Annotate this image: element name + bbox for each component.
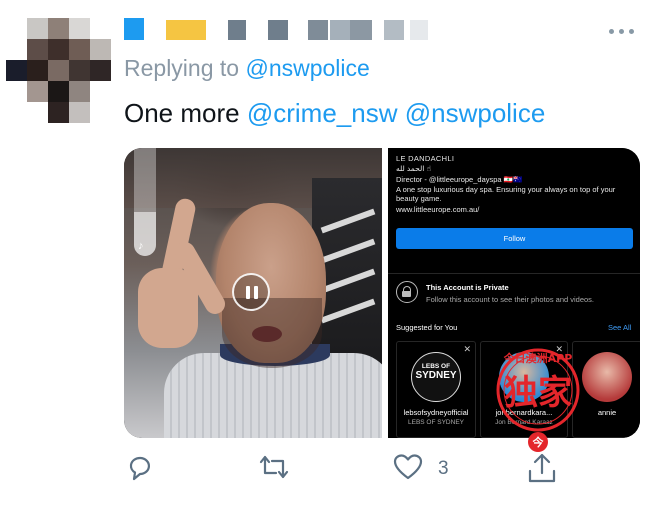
finger (138, 268, 198, 348)
reply-prefix: Replying to (124, 55, 240, 81)
ig-private-subtitle: Follow this account to see their photos … (426, 295, 595, 304)
retweet-icon (259, 455, 289, 479)
ig-suggested-label: Suggested for You (396, 323, 458, 332)
close-icon: ✕ (555, 344, 563, 354)
more-dot (629, 29, 634, 34)
avatar-pixel (69, 18, 90, 39)
tweet-author-header[interactable] (124, 18, 564, 42)
card-subname: LEBS OF SYDNEY (408, 419, 464, 426)
like-icon (393, 454, 423, 480)
like-button[interactable] (392, 452, 424, 486)
mention-link-nswpolice[interactable]: @nswpolice (405, 98, 546, 128)
ig-suggested-card: ✕ LEBS OF SYDNEY lebsofsydneyofficial LE… (396, 341, 476, 438)
avatar-pixel (69, 60, 90, 81)
logo-top-text: LEBS OF (421, 363, 451, 370)
pause-icon (246, 286, 250, 299)
avatar-pixel (27, 18, 48, 39)
ig-private-title: This Account is Private (426, 283, 509, 292)
avatar[interactable] (6, 18, 111, 123)
tweet-text: One more @crime_nsw @nswpolice (124, 98, 545, 129)
instagram-screenshot[interactable]: LE DANDACHLI الحمد لله ☝ Director - @lit… (388, 148, 640, 438)
pause-button[interactable] (232, 273, 270, 311)
share-icon (528, 453, 556, 483)
video-player[interactable]: ♪ (124, 148, 382, 438)
tweet-media[interactable]: ♪ LE DANDACHLI الحمد لله ☝ Director - @l… (124, 148, 640, 438)
name-block (350, 20, 372, 40)
name-block (166, 20, 206, 40)
name-block (410, 20, 428, 40)
reply-button[interactable] (125, 452, 155, 486)
jersey-stripe (320, 268, 376, 294)
avatar-pixel (27, 81, 48, 102)
pause-icon (254, 286, 258, 299)
ig-arabic-line: الحمد لله ☝ (396, 164, 432, 173)
like-count: 3 (438, 458, 449, 479)
reply-mention-link[interactable]: @nswpolice (245, 55, 369, 81)
card-username: annie (597, 408, 617, 417)
ig-see-all: See All (608, 323, 632, 332)
avatar-pixel (48, 60, 69, 81)
card-avatar (582, 352, 632, 402)
share-button[interactable] (526, 452, 558, 486)
tweet-text-main: One more (124, 98, 240, 128)
avatar-pixel (48, 18, 69, 39)
avatar-pixel (90, 39, 111, 60)
ig-suggested-card: ✕ jonbernardkara... Jon Bernard Karaaz (480, 341, 568, 438)
avatar-pixel (69, 39, 90, 60)
ig-suggested-card: annie (572, 341, 640, 438)
jersey-stripe (320, 238, 376, 264)
card-username: jonbernardkara... (495, 408, 553, 417)
name-block (384, 20, 404, 40)
lebs-of-sydney-logo: LEBS OF SYDNEY (411, 352, 461, 402)
card-avatar (499, 352, 549, 402)
card-username: lebsofsydneyofficial (403, 408, 469, 417)
avatar-pixel (27, 39, 48, 60)
ig-bio-line-1: Director - @littleeurope_dayspa 🇱🇧🇦🇺 (396, 175, 523, 184)
name-block (124, 18, 144, 40)
name-block (228, 20, 246, 40)
retweet-button[interactable] (256, 452, 292, 486)
avatar-pixel (48, 39, 69, 60)
jersey-stripe (320, 208, 376, 234)
ig-divider (388, 273, 640, 274)
more-icon[interactable] (607, 24, 641, 38)
ig-profile-name: LE DANDACHLI (396, 154, 455, 163)
card-subname: Jon Bernard Karaaz (495, 419, 553, 426)
avatar-pixel (6, 60, 27, 81)
ig-bio-line-3: beauty game. (396, 194, 442, 203)
video-mouth (252, 326, 282, 342)
replying-to-line: Replying to @nswpolice (124, 55, 370, 82)
avatar-pixel (48, 81, 69, 102)
mention-link-crime-nsw[interactable]: @crime_nsw (247, 98, 398, 128)
name-block (268, 20, 288, 40)
avatar-pixel (90, 60, 111, 81)
more-dot (609, 29, 614, 34)
ig-bio-line-2: A one stop luxurious day spa. Ensuring y… (396, 185, 616, 194)
reply-icon (129, 456, 151, 481)
avatar-pixel (69, 102, 90, 123)
more-dot (619, 29, 624, 34)
ig-follow-button: Follow (396, 228, 633, 249)
avatar-pixel (48, 102, 69, 123)
ig-website: www.littleeurope.com.au/ (396, 205, 480, 214)
avatar-pixel (69, 81, 90, 102)
close-icon: ✕ (463, 344, 471, 354)
name-block (308, 20, 328, 40)
avatar-pixel (27, 60, 48, 81)
name-block (330, 20, 350, 40)
logo-big-text: SYDNEY (415, 370, 457, 382)
lock-icon (396, 281, 418, 303)
audio-icon[interactable]: ♪ (138, 240, 144, 252)
jersey-stripe (320, 298, 376, 324)
